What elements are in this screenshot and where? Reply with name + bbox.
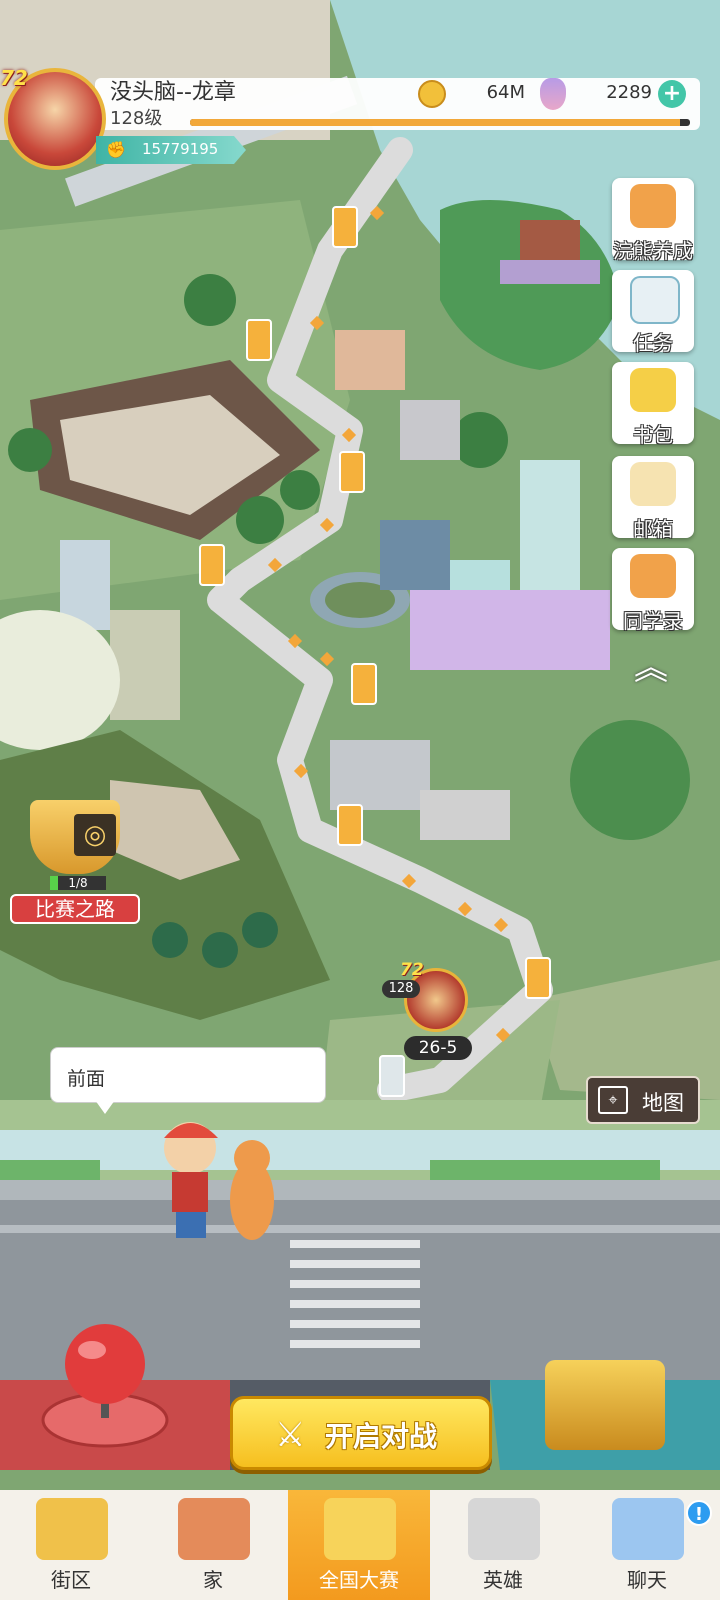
treasure-chest-icon[interactable] [545, 1360, 665, 1450]
player-badge-level: 72 [0, 66, 28, 90]
tab-national-contest[interactable]: 全国大赛 [288, 1490, 430, 1600]
xp-fill [190, 119, 680, 126]
marker-badge: 72 [400, 960, 424, 980]
coin-count: 64M [486, 82, 525, 103]
joystick[interactable] [40, 1320, 170, 1450]
side-button-label: 书包 [633, 423, 673, 447]
side-button-label: 任务 [633, 331, 673, 355]
side-button-label: 同学录 [623, 609, 683, 633]
gong-icon: ◎ [74, 814, 116, 856]
player-name: 没头脑--龙章 [110, 80, 236, 105]
trophy-progress: 1/8 [50, 876, 106, 890]
marker-stage: 26-5 [404, 1036, 472, 1060]
clipboard-icon [630, 276, 680, 324]
side-button-mail[interactable]: 邮箱 [612, 456, 694, 541]
collapse-menu-icon[interactable]: ︽ [631, 640, 671, 688]
notification-badge: ! [686, 1500, 712, 1526]
trophy-icon: ◎ [30, 800, 120, 874]
speech-bubble: 前面 [50, 1047, 326, 1103]
side-button-tasks[interactable]: 任务 [612, 270, 694, 355]
raccoon-book-icon [630, 554, 676, 598]
tab-label: 全国大赛 [319, 1568, 399, 1592]
speech-tail [95, 1100, 115, 1114]
power-value: 15779195 [142, 140, 219, 158]
side-button-backpack[interactable]: 书包 [612, 362, 694, 447]
side-button-label: 浣熊养成 [613, 239, 693, 263]
fist-icon: ✊ [106, 140, 126, 159]
player-map-marker[interactable]: 72 128 26-5 [382, 960, 492, 1070]
tab-label: 聊天 [627, 1568, 667, 1592]
bottom-tab-bar: 街区 家 全国大赛 英雄 聊天 [0, 1490, 720, 1600]
map-button-label: 地图 [642, 1091, 684, 1115]
envelope-icon [630, 462, 676, 506]
hero-cards-icon [468, 1498, 540, 1560]
map-button[interactable]: ⌖ 地图 [586, 1076, 700, 1124]
trophy-label: 比赛之路 [10, 894, 140, 924]
trophy-progress-text: 1/8 [68, 876, 88, 890]
side-button-label: 邮箱 [633, 517, 673, 541]
joystick-icon [41, 1324, 169, 1448]
start-battle-button[interactable]: ⚔ 开启对战 [230, 1396, 492, 1470]
chat-bubble-icon [612, 1498, 684, 1560]
gem-count: 2289 [606, 82, 652, 103]
map-icon: ⌖ [598, 1086, 628, 1114]
tab-label: 家 [203, 1568, 223, 1592]
side-button-raccoon[interactable]: 浣熊养成 [612, 178, 694, 263]
bottom-controls: ⚔ 开启对战 [0, 1320, 720, 1470]
coin-icon [418, 80, 446, 108]
player-level: 128级 [110, 108, 163, 129]
trophy-icon [324, 1498, 396, 1560]
speech-text: 前面 [67, 1068, 106, 1090]
marker-level: 128 [382, 980, 420, 998]
power-badge: ✊ 15779195 [96, 136, 246, 164]
gem-icon [540, 78, 566, 110]
competition-road[interactable]: ◎ 1/8 比赛之路 [10, 800, 140, 930]
side-button-classmates[interactable]: 同学录 [612, 548, 694, 633]
tab-street[interactable]: 街区 [0, 1490, 142, 1600]
crossed-swords-icon: ⚔ [275, 1415, 306, 1455]
start-battle-label: 开启对战 [325, 1420, 438, 1453]
plus-icon[interactable]: + [658, 80, 686, 108]
tab-home[interactable]: 家 [142, 1490, 284, 1600]
backpack-icon [630, 368, 676, 412]
xp-bar [190, 119, 690, 126]
raccoon-icon [630, 184, 676, 228]
player-header: 72 没头脑--龙章 128级 64M 2289 + ✊ 15779195 [0, 66, 720, 170]
tab-heroes[interactable]: 英雄 [432, 1490, 574, 1600]
signpost-icon [36, 1498, 108, 1560]
house-icon [178, 1498, 250, 1560]
tab-label: 街区 [51, 1568, 91, 1592]
tab-label: 英雄 [483, 1568, 523, 1592]
